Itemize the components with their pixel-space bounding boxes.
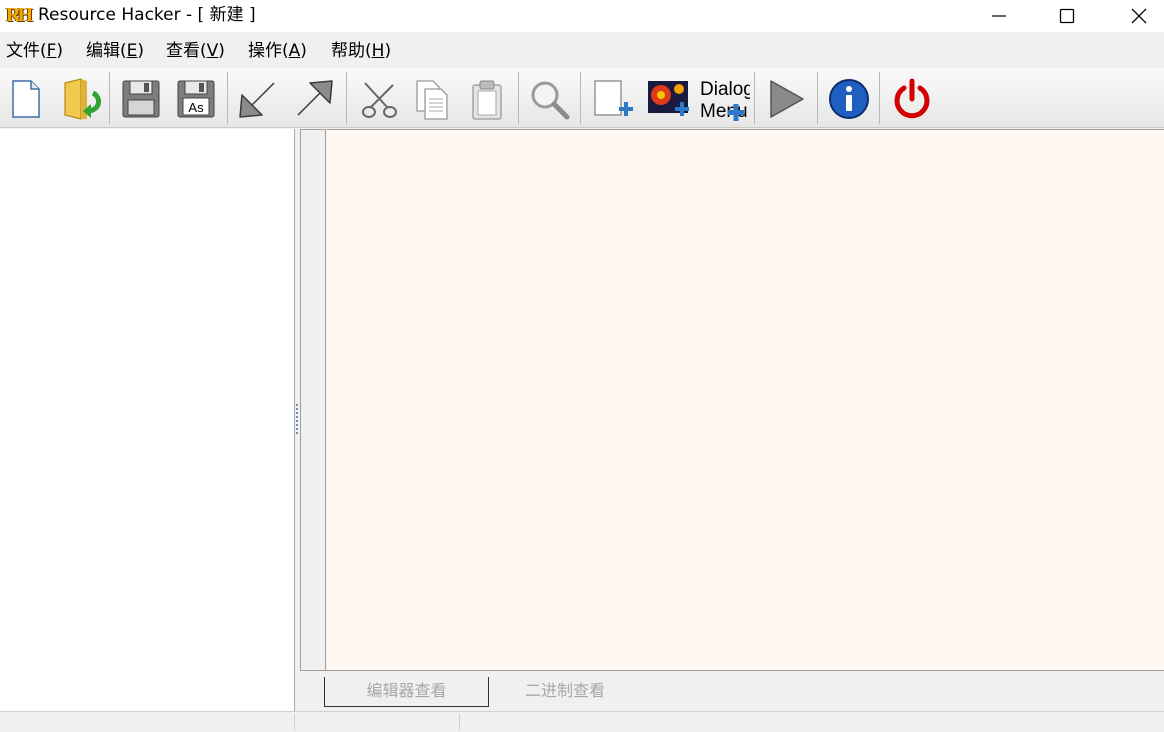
new-file-icon <box>12 80 40 118</box>
new-file-button[interactable] <box>0 74 50 124</box>
menu-view[interactable]: 查看(V) <box>166 40 225 62</box>
window-title: Resource Hacker - [ 新建 ] <box>38 5 256 25</box>
close-icon <box>1131 8 1147 24</box>
status-separator <box>459 714 460 731</box>
editor-area[interactable] <box>327 129 1164 670</box>
splitter-grip-icon <box>296 404 298 436</box>
play-icon <box>770 80 804 118</box>
status-bar <box>0 711 1164 732</box>
save-icon <box>122 80 160 118</box>
info-icon <box>829 79 869 119</box>
add-image-resource-icon <box>648 81 689 116</box>
power-icon <box>894 78 930 119</box>
copy-button[interactable] <box>408 74 458 124</box>
clipboard-icon <box>472 80 502 120</box>
toolbar-separator <box>109 72 110 124</box>
about-button[interactable] <box>824 74 874 124</box>
app-logo-icon: RH <box>6 4 33 26</box>
title-bar: RH Resource Hacker - [ 新建 ] <box>0 0 1164 32</box>
maximize-icon <box>1059 8 1075 24</box>
menu-edit[interactable]: 编辑(E) <box>86 40 144 62</box>
tab-binary-view[interactable]: 二进制查看 <box>500 677 630 707</box>
menu-action[interactable]: 操作(A) <box>248 40 307 62</box>
toolbar: As Dialog Menu <box>0 68 1164 128</box>
minimize-icon <box>992 15 1006 17</box>
toolbar-separator <box>227 72 228 124</box>
maximize-button[interactable] <box>1044 0 1090 32</box>
export-arrow-icon <box>297 80 333 116</box>
paste-button[interactable] <box>462 74 512 124</box>
save-button[interactable] <box>116 74 166 124</box>
line-number-gutter <box>300 129 326 670</box>
cut-button[interactable] <box>354 74 404 124</box>
save-as-icon: As <box>177 80 215 118</box>
magnifier-icon <box>531 81 570 120</box>
resource-tree[interactable] <box>0 129 295 711</box>
tab-editor-view[interactable]: 编辑器查看 <box>324 677 489 707</box>
minimize-button[interactable] <box>976 0 1022 32</box>
toolbar-separator <box>754 72 755 124</box>
dialog-merger-button[interactable]: Dialog Menu <box>698 74 750 124</box>
find-button[interactable] <box>524 74 574 124</box>
add-blank-resource-icon <box>594 80 633 116</box>
import-button[interactable] <box>233 74 283 124</box>
toolbar-separator <box>879 72 880 124</box>
svg-text:As: As <box>188 100 204 115</box>
status-separator <box>294 714 295 731</box>
copy-icon <box>416 80 448 120</box>
toolbar-separator <box>346 72 347 124</box>
svg-text:Dialog: Dialog <box>700 79 750 100</box>
dialog-menu-icon: Dialog Menu <box>700 79 750 122</box>
import-arrow-icon <box>239 82 275 118</box>
scissors-icon <box>362 82 397 118</box>
toolbar-separator <box>580 72 581 124</box>
toolbar-separator <box>518 72 519 124</box>
view-tab-strip: 编辑器查看 二进制查看 <box>300 670 1164 711</box>
export-button[interactable] <box>289 74 339 124</box>
open-file-button[interactable] <box>56 74 106 124</box>
menu-help[interactable]: 帮助(H) <box>331 40 391 62</box>
toolbar-separator <box>817 72 818 124</box>
run-script-button[interactable] <box>760 74 810 124</box>
menu-file[interactable]: 文件(F) <box>6 40 63 62</box>
save-as-button[interactable]: As <box>171 74 221 124</box>
add-blank-resource-button[interactable] <box>588 74 638 124</box>
open-folder-icon <box>64 78 101 120</box>
exit-button[interactable] <box>887 74 937 124</box>
add-image-resource-button[interactable] <box>644 74 694 124</box>
menu-bar: 文件(F) 编辑(E) 查看(V) 操作(A) 帮助(H) <box>0 36 1164 66</box>
close-button[interactable] <box>1116 0 1162 32</box>
